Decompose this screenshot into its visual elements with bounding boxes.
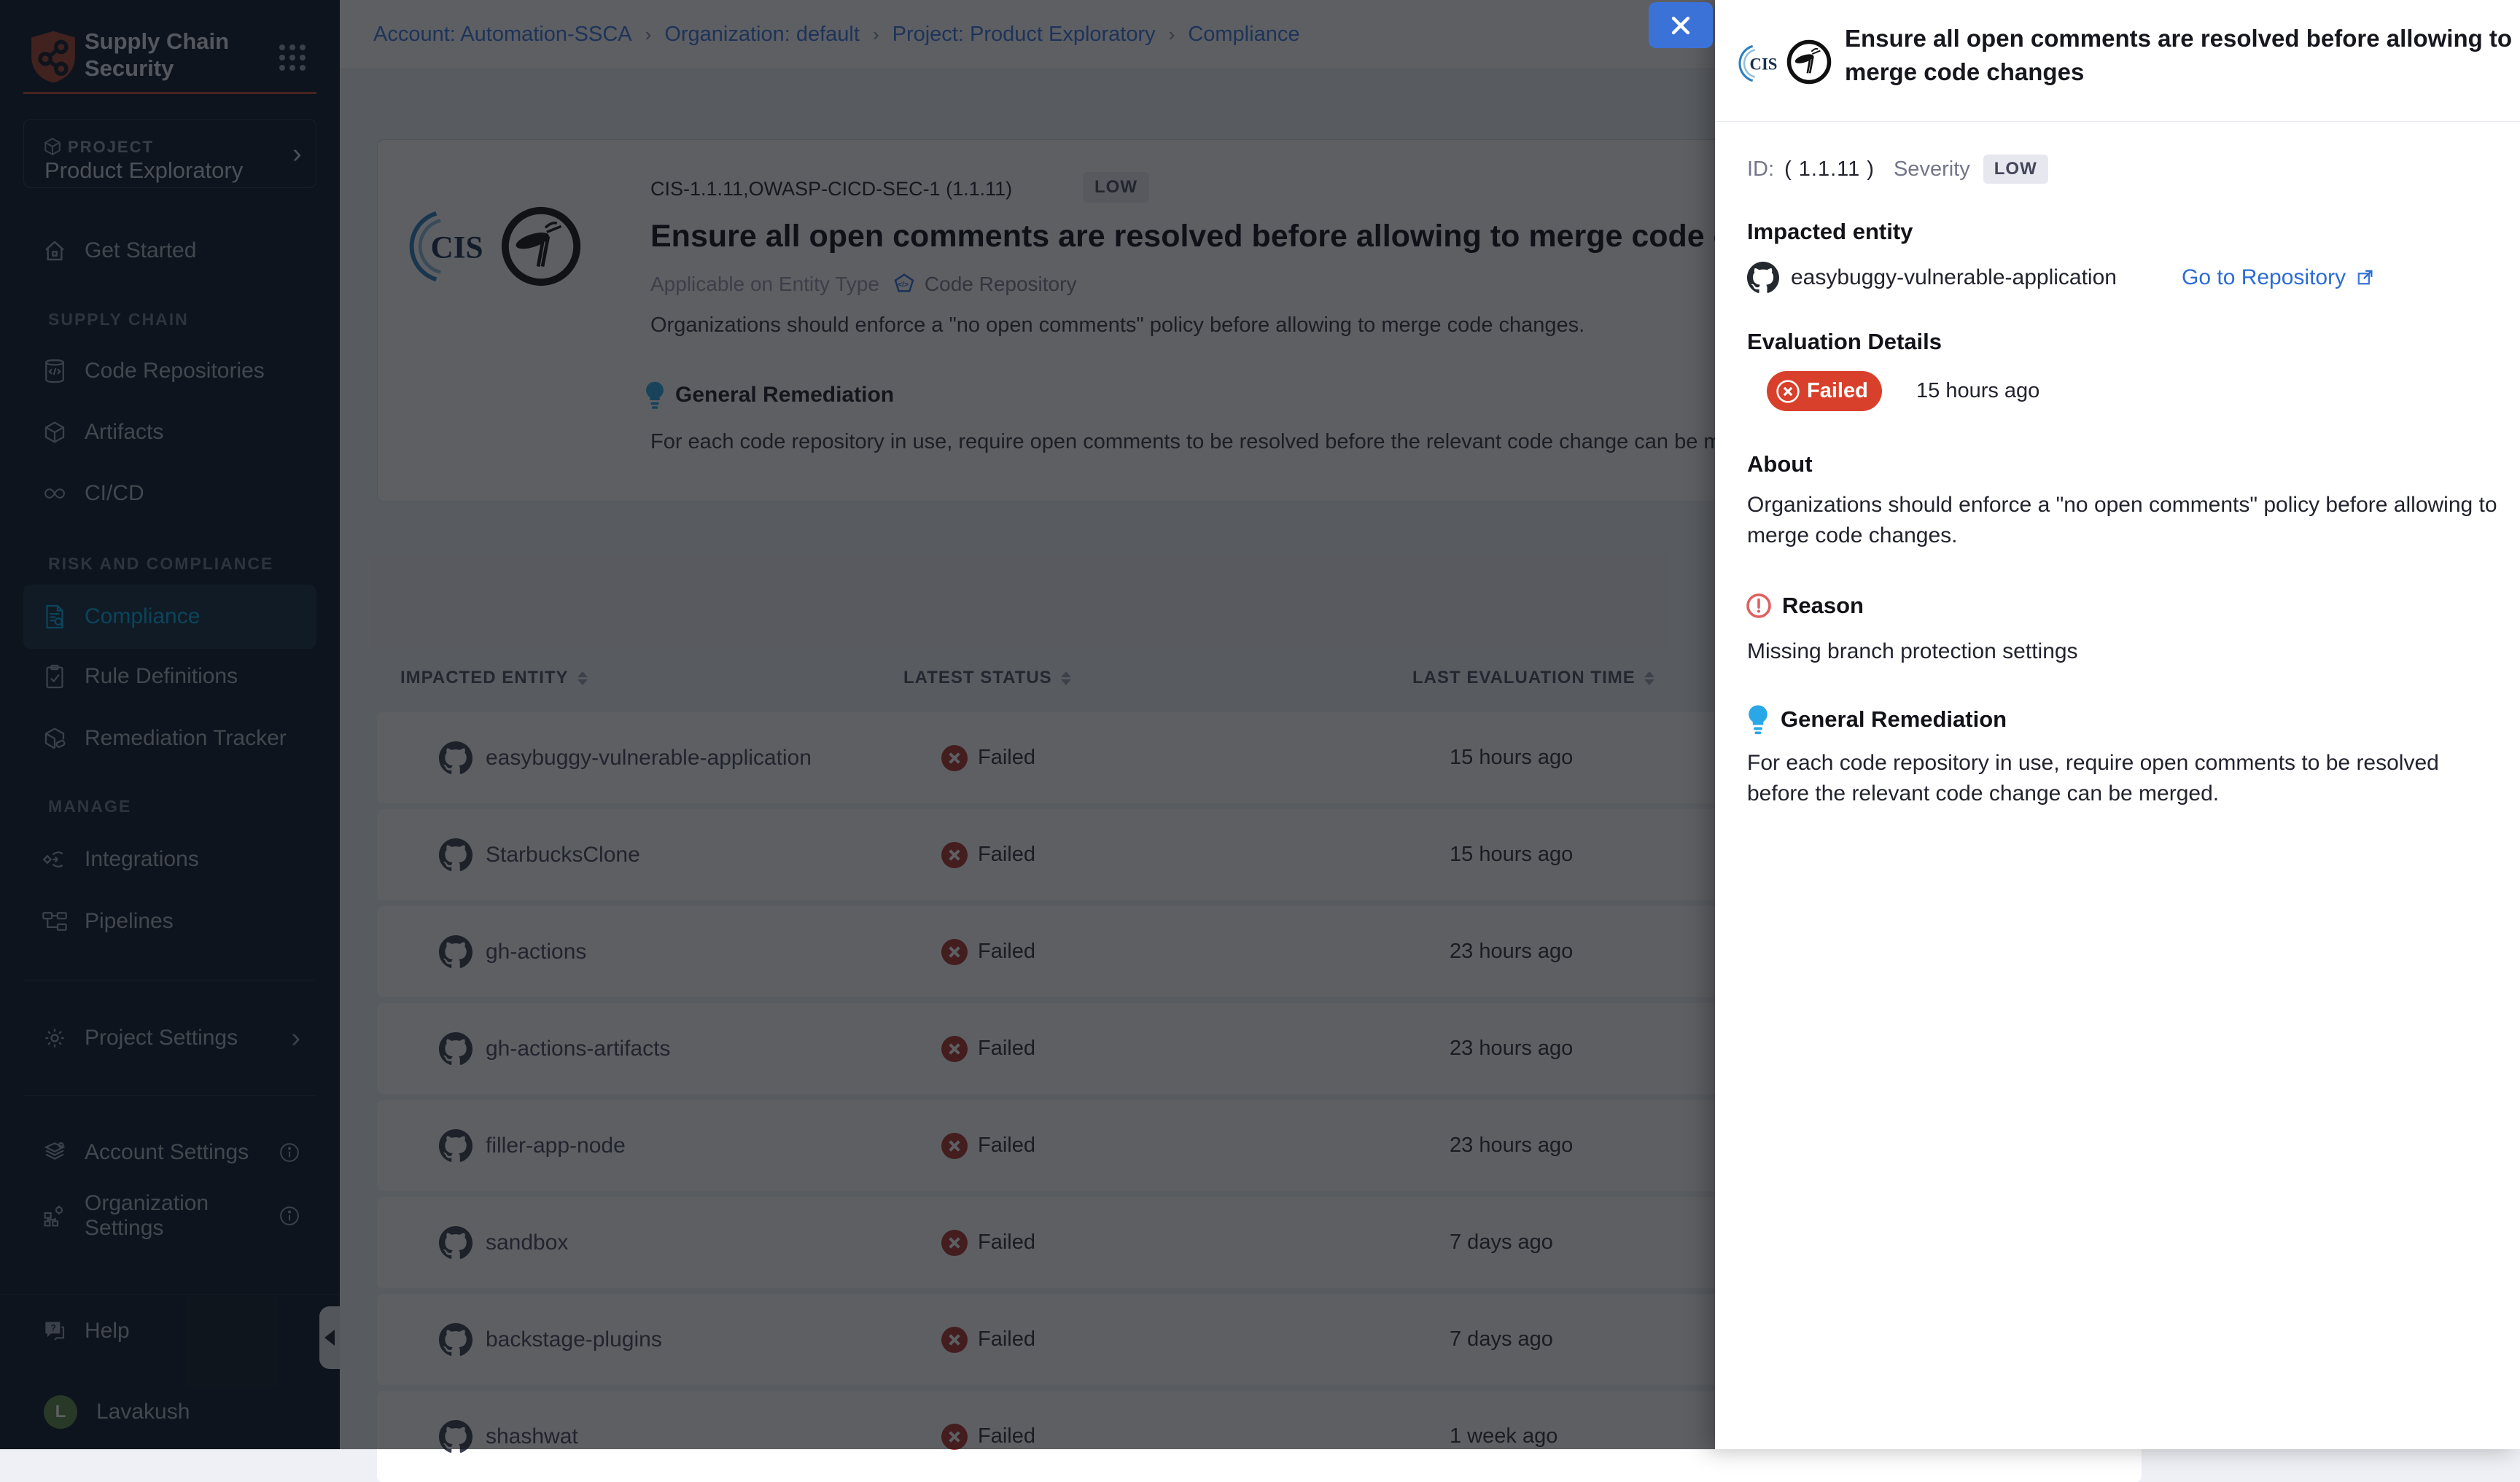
general-remediation-heading-row: General Remediation — [1747, 704, 2007, 735]
reason-text: Missing branch protection settings — [1747, 636, 2498, 667]
entity-name: easybuggy-vulnerable-application — [1791, 265, 2117, 290]
lightbulb-icon — [1747, 704, 1769, 735]
impacted-entity-row: easybuggy-vulnerable-application Go to R… — [1747, 260, 2491, 296]
evaluation-time: 15 hours ago — [1916, 371, 2039, 411]
drawer-title: Ensure all open comments are resolved be… — [1845, 22, 2520, 89]
detail-drawer: CIS Ensure all open comments are resolve… — [1715, 0, 2520, 1449]
close-icon — [1668, 13, 1693, 38]
id-label: ID: — [1747, 157, 1774, 182]
divider — [1715, 121, 2520, 122]
cis-logo-icon: CIS — [1737, 41, 1784, 90]
remediation-text: For each code repository in use, require… — [1747, 748, 2498, 809]
failed-icon — [1776, 380, 1800, 403]
about-text: Organizations should enforce a "no open … — [1747, 490, 2498, 551]
modal-overlay[interactable] — [0, 0, 1715, 1449]
svg-text:CIS: CIS — [1750, 55, 1778, 73]
github-icon — [1747, 262, 1779, 294]
severity-label: Severity — [1894, 157, 1970, 182]
link-label: Go to Repository — [2182, 265, 2346, 290]
severity-badge: LOW — [1983, 155, 2048, 184]
id-value: ( 1.1.11 ) — [1784, 157, 1875, 182]
evaluation-details-heading: Evaluation Details — [1747, 329, 1942, 355]
go-to-repository-link[interactable]: Go to Repository — [2182, 260, 2387, 296]
reason-heading: Reason — [1782, 593, 1864, 619]
about-heading: About — [1747, 451, 1813, 477]
remediation-heading: General Remediation — [1781, 706, 2007, 733]
owasp-logo-icon — [1785, 38, 1833, 90]
status-label: Failed — [1807, 379, 1868, 403]
external-link-icon — [2354, 268, 2375, 288]
reason-heading-row: Reason — [1746, 593, 1864, 619]
close-button[interactable] — [1649, 2, 1713, 48]
impacted-entity-heading: Impacted entity — [1747, 219, 1913, 245]
id-severity-row: ID: ( 1.1.11 ) Severity LOW — [1747, 155, 2048, 184]
status-badge-failed: Failed — [1767, 371, 1882, 411]
alert-circle-icon — [1746, 593, 1772, 619]
